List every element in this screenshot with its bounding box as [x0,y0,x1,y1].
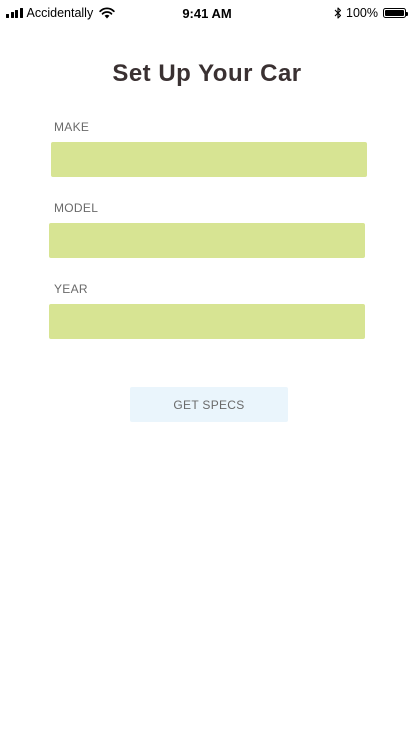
year-label: YEAR [54,282,88,296]
page-title: Set Up Your Car [112,60,302,87]
battery-percent: 100% [346,6,378,20]
bluetooth-icon [334,7,342,19]
model-label: MODEL [54,201,99,215]
status-bar: Accidentally 9:41 AM 100% [0,0,414,28]
make-input[interactable] [51,142,367,177]
battery-icon [383,8,408,18]
model-input[interactable] [49,223,365,258]
year-input[interactable] [49,304,365,339]
get-specs-button[interactable]: GET SPECS [130,387,288,422]
make-label: MAKE [54,120,90,134]
status-bar-right: 100% [334,6,408,20]
